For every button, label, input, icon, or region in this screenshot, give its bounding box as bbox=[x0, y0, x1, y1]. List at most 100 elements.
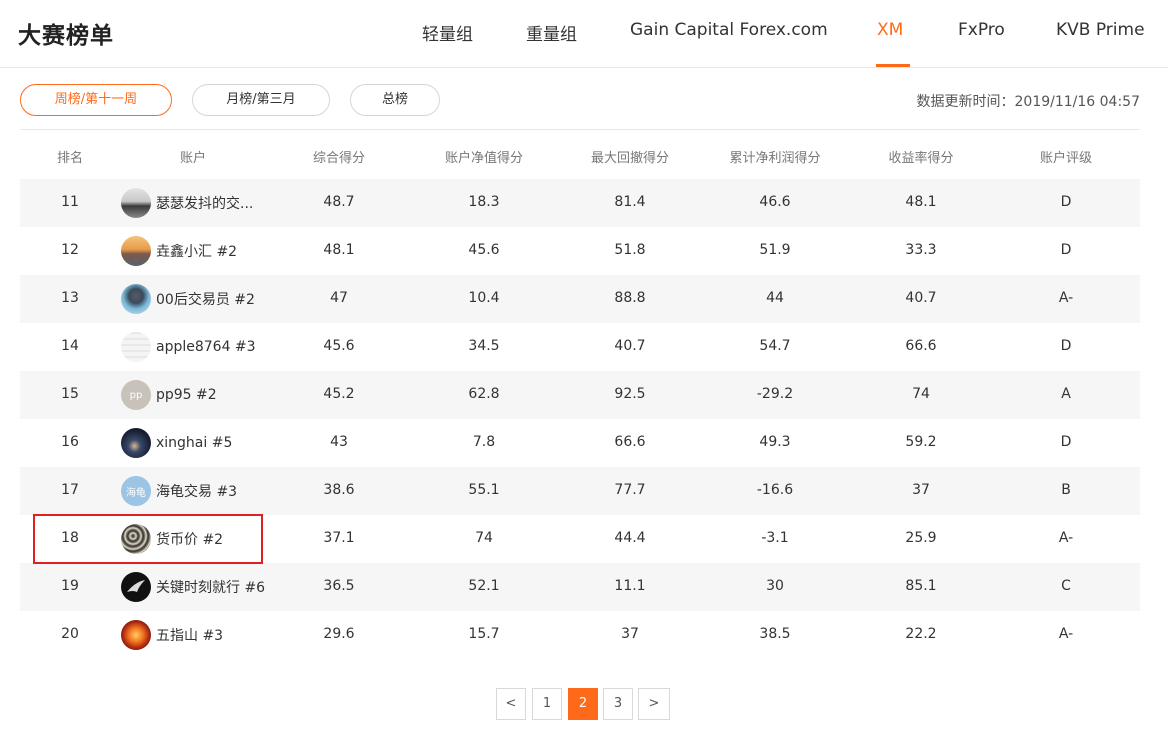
bird-avatar bbox=[121, 572, 151, 602]
account-cell[interactable]: 垚鑫小汇 #2 bbox=[121, 235, 237, 267]
rating-cell: C bbox=[1061, 578, 1071, 594]
profit-cell: 38.5 bbox=[759, 626, 791, 642]
equity-cell: 45.6 bbox=[468, 242, 500, 258]
account-name[interactable]: 五指山 #3 bbox=[156, 625, 223, 645]
account-name[interactable]: 货币价 #2 bbox=[156, 529, 223, 549]
tab-gain-capital[interactable]: Gain Capital Forex.com bbox=[630, 20, 828, 40]
weekly-ranking-button[interactable]: 周榜/第十一周 bbox=[20, 84, 172, 116]
score-cell: 36.5 bbox=[323, 578, 355, 594]
account-name[interactable]: apple8764 #3 bbox=[156, 339, 256, 355]
score-cell: 47 bbox=[330, 290, 348, 306]
rating-cell: A- bbox=[1058, 626, 1074, 642]
ranking-table: 11 瑟瑟发抖的交... 48.7 18.3 81.4 46.6 48.1 D … bbox=[20, 179, 1140, 659]
drawdown-cell: 37 bbox=[621, 626, 639, 642]
profit-cell: -3.1 bbox=[761, 530, 789, 546]
account-cell[interactable]: xinghai #5 bbox=[121, 427, 232, 459]
page-button-1[interactable]: 1 bbox=[532, 688, 562, 720]
account-cell[interactable]: 关键时刻就行 #6 bbox=[121, 571, 265, 603]
drawdown-cell: 66.6 bbox=[614, 434, 646, 450]
text-avatar: 海龟 bbox=[121, 476, 151, 506]
account-cell[interactable]: 瑟瑟发抖的交... bbox=[121, 187, 253, 219]
account-name[interactable]: pp95 #2 bbox=[156, 387, 217, 403]
rank-cell: 19 bbox=[61, 578, 79, 594]
rank-cell: 18 bbox=[61, 530, 79, 546]
table-row: 16 xinghai #5 43 7.8 66.6 49.3 59.2 D bbox=[20, 419, 1140, 467]
tab-heavyweight[interactable]: 重量组 bbox=[526, 20, 577, 45]
equity-cell: 18.3 bbox=[468, 194, 500, 210]
equity-cell: 52.1 bbox=[468, 578, 500, 594]
tab-xm[interactable]: XM bbox=[877, 20, 903, 40]
column-header-equity: 账户净值得分 bbox=[444, 151, 524, 166]
column-header-drawdown: 最大回撤得分 bbox=[590, 151, 670, 166]
account-name[interactable]: 瑟瑟发抖的交... bbox=[156, 193, 253, 213]
account-name[interactable]: 海龟交易 #3 bbox=[156, 481, 237, 501]
return-cell: 74 bbox=[912, 386, 930, 402]
score-cell: 45.2 bbox=[323, 386, 355, 402]
return-cell: 59.2 bbox=[905, 434, 937, 450]
score-cell: 29.6 bbox=[323, 626, 355, 642]
account-cell[interactable]: 货币价 #2 bbox=[121, 523, 223, 555]
score-cell: 37.1 bbox=[323, 530, 355, 546]
equity-cell: 55.1 bbox=[468, 482, 500, 498]
pagination: < 1 2 3 > bbox=[496, 688, 670, 720]
equity-cell: 7.8 bbox=[472, 434, 496, 450]
profit-cell: 30 bbox=[766, 578, 784, 594]
table-row: 20 五指山 #3 29.6 15.7 37 38.5 22.2 A- bbox=[20, 611, 1140, 659]
profit-cell: -29.2 bbox=[756, 386, 794, 402]
sunset-avatar bbox=[121, 236, 151, 266]
account-cell[interactable]: pp pp95 #2 bbox=[121, 379, 217, 411]
score-cell: 48.7 bbox=[323, 194, 355, 210]
texture-avatar bbox=[121, 524, 151, 554]
page-button-2[interactable]: 2 bbox=[568, 688, 598, 720]
score-cell: 38.6 bbox=[323, 482, 355, 498]
prev-page-button[interactable]: < bbox=[496, 688, 526, 720]
table-row: 18 货币价 #2 37.1 74 44.4 -3.1 25.9 A- bbox=[20, 515, 1140, 563]
profit-cell: 44 bbox=[766, 290, 784, 306]
drawdown-cell: 92.5 bbox=[614, 386, 646, 402]
rating-cell: B bbox=[1061, 482, 1071, 498]
column-header-account: 账户 bbox=[179, 151, 207, 166]
rank-cell: 13 bbox=[61, 290, 79, 306]
account-name[interactable]: xinghai #5 bbox=[156, 435, 232, 451]
rank-cell: 14 bbox=[61, 338, 79, 354]
equity-cell: 10.4 bbox=[468, 290, 500, 306]
account-cell[interactable]: 五指山 #3 bbox=[121, 619, 223, 651]
return-cell: 85.1 bbox=[905, 578, 937, 594]
column-header-rank: 排名 bbox=[56, 151, 84, 166]
divider bbox=[20, 129, 1140, 130]
overall-ranking-button[interactable]: 总榜 bbox=[350, 84, 440, 116]
column-header-score: 综合得分 bbox=[312, 151, 366, 166]
page-button-3[interactable]: 3 bbox=[603, 688, 633, 720]
account-name[interactable]: 垚鑫小汇 #2 bbox=[156, 241, 237, 261]
score-cell: 45.6 bbox=[323, 338, 355, 354]
table-header: 排名 账户 综合得分 账户净值得分 最大回撤得分 累计净利润得分 收益率得分 账… bbox=[20, 131, 1140, 179]
return-cell: 25.9 bbox=[905, 530, 937, 546]
return-cell: 40.7 bbox=[905, 290, 937, 306]
profit-cell: 54.7 bbox=[759, 338, 791, 354]
rating-cell: D bbox=[1060, 194, 1072, 210]
account-name[interactable]: 关键时刻就行 #6 bbox=[156, 577, 265, 597]
return-cell: 33.3 bbox=[905, 242, 937, 258]
tab-fxpro[interactable]: FxPro bbox=[958, 20, 1005, 40]
monthly-ranking-button[interactable]: 月榜/第三月 bbox=[192, 84, 330, 116]
tab-lightweight[interactable]: 轻量组 bbox=[422, 20, 473, 45]
account-cell[interactable]: apple8764 #3 bbox=[121, 331, 256, 363]
rating-cell: D bbox=[1060, 242, 1072, 258]
drawdown-cell: 81.4 bbox=[614, 194, 646, 210]
return-cell: 22.2 bbox=[905, 626, 937, 642]
table-row: 13 00后交易员 #2 47 10.4 88.8 44 40.7 A- bbox=[20, 275, 1140, 323]
rating-cell: D bbox=[1060, 434, 1072, 450]
table-row: 17 海龟 海龟交易 #3 38.6 55.1 77.7 -16.6 37 B bbox=[20, 467, 1140, 515]
equity-cell: 62.8 bbox=[468, 386, 500, 402]
account-name[interactable]: 00后交易员 #2 bbox=[156, 289, 255, 309]
return-cell: 37 bbox=[912, 482, 930, 498]
score-cell: 43 bbox=[330, 434, 348, 450]
night-sky-avatar bbox=[121, 428, 151, 458]
account-cell[interactable]: 00后交易员 #2 bbox=[121, 283, 255, 315]
next-page-button[interactable]: > bbox=[638, 688, 670, 720]
tab-kvb-prime[interactable]: KVB Prime bbox=[1056, 20, 1145, 40]
column-header-rating: 账户评级 bbox=[1039, 151, 1093, 166]
account-cell[interactable]: 海龟 海龟交易 #3 bbox=[121, 475, 237, 507]
person-avatar bbox=[121, 284, 151, 314]
landscape-avatar bbox=[121, 188, 151, 218]
